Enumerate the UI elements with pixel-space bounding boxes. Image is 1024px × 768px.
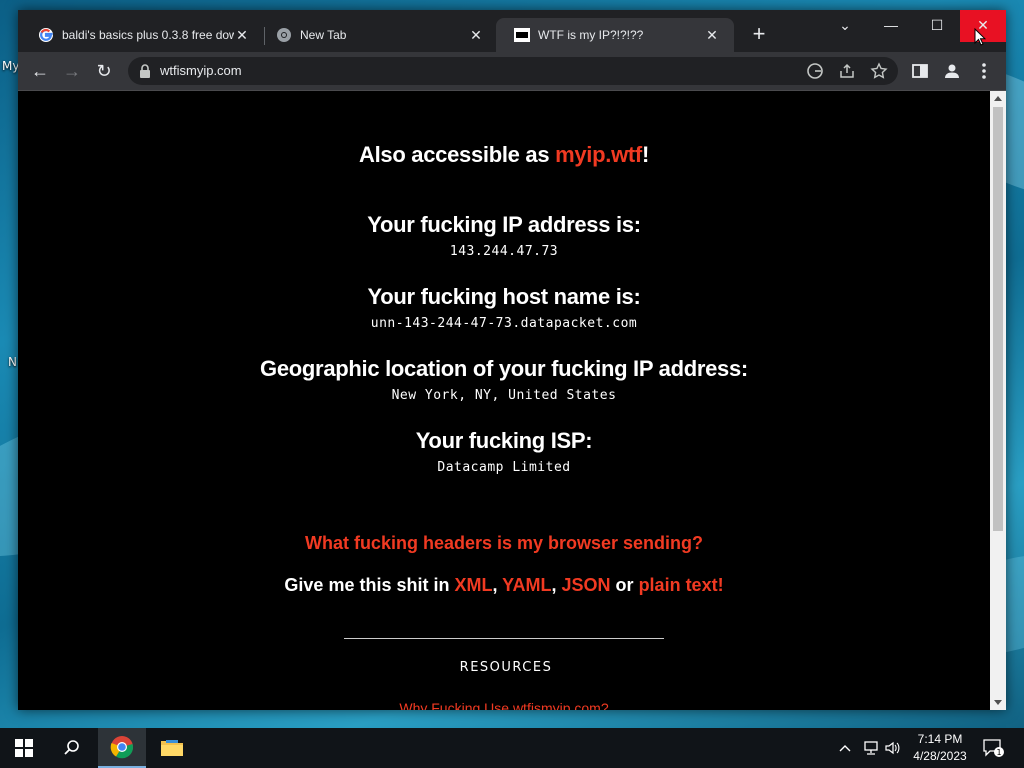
mouse-cursor-icon [974, 28, 986, 46]
system-clock[interactable]: 7:14 PM 4/28/2023 [906, 731, 974, 765]
host-value: unn-143-244-47-73.datapacket.com [370, 316, 638, 331]
new-tab-button[interactable]: + [748, 23, 770, 46]
tab-new-tab[interactable]: New Tab ✕ [258, 18, 498, 52]
tab-strip: baldi's basics plus 0.3.8 free dow ✕ New… [18, 10, 1006, 52]
address-bar[interactable]: wtfismyip.com [128, 57, 898, 85]
menu-kebab-icon[interactable] [974, 61, 994, 81]
windows-logo-icon [15, 739, 33, 757]
xml-link[interactable]: XML [454, 575, 492, 595]
accessible-as-heading: Also accessible as myip.wtf! [18, 142, 990, 168]
format-or: or [610, 575, 639, 595]
chrome-icon [277, 28, 291, 42]
reload-button[interactable]: ↻ [94, 61, 114, 81]
google-lens-icon[interactable] [806, 62, 824, 80]
minimize-button[interactable]: — [868, 10, 914, 42]
google-icon [39, 28, 53, 42]
url-text[interactable]: wtfismyip.com [160, 63, 242, 78]
scroll-down-arrow-icon[interactable] [994, 700, 1002, 705]
taskbar: 7:14 PM 4/28/2023 1 [0, 728, 1024, 768]
desktop-icon-label[interactable]: N [8, 355, 17, 369]
plain-text-link[interactable]: plain text! [639, 575, 724, 595]
chrome-window: baldi's basics plus 0.3.8 free dow ✕ New… [18, 10, 1006, 710]
isp-heading: Your fucking ISP: [415, 428, 593, 453]
tab-close-button[interactable]: ✕ [234, 27, 250, 43]
page-scrollbar[interactable] [990, 91, 1006, 710]
notification-icon: 1 [983, 739, 1004, 757]
maximize-button[interactable]: ☐ [914, 10, 960, 42]
geo-heading: Geographic location of your fucking IP a… [260, 356, 748, 381]
geo-value: New York, NY, United States [391, 388, 617, 403]
start-button[interactable] [0, 728, 48, 768]
folder-icon [161, 740, 183, 756]
tab-title: WTF is my IP?!?!?? [538, 28, 644, 42]
horizontal-rule [344, 638, 664, 639]
json-link[interactable]: JSON [562, 575, 611, 595]
search-icon [64, 740, 79, 755]
accessible-suffix: ! [641, 142, 649, 167]
scrollbar-thumb[interactable] [993, 107, 1003, 531]
tab-title: baldi's basics plus 0.3.8 free dow [62, 28, 234, 42]
search-button[interactable] [48, 728, 96, 768]
scroll-up-arrow-icon[interactable] [994, 96, 1002, 101]
resources-heading: RESOURCES [459, 660, 553, 675]
ip-heading: Your fucking IP address is: [367, 212, 641, 237]
taskbar-file-explorer[interactable] [148, 728, 196, 768]
isp-value: Datacamp Limited [437, 460, 571, 475]
tab-close-button[interactable]: ✕ [704, 27, 720, 43]
format-separator: , [492, 575, 503, 595]
tab-search-button[interactable]: ⌄ [822, 10, 868, 42]
page-content: Also accessible as myip.wtf! Your fuckin… [18, 91, 990, 710]
why-use-link[interactable]: Why Fucking Use wtfismyip.com? [18, 700, 990, 710]
desktop-icon-label[interactable]: My [2, 59, 19, 73]
chrome-icon [110, 736, 134, 759]
bookmark-star-icon[interactable] [870, 62, 888, 80]
tab-close-button[interactable]: ✕ [468, 27, 484, 43]
format-line: Give me this shit in XML, YAML, JSON or … [18, 575, 990, 596]
lock-icon[interactable] [139, 64, 151, 78]
tab-baldi[interactable]: baldi's basics plus 0.3.8 free dow ✕ [20, 18, 264, 52]
notification-center[interactable]: 1 [982, 728, 1004, 768]
format-prefix: Give me this shit in [284, 575, 455, 595]
tray-chevron-icon[interactable] [838, 728, 852, 768]
headers-link[interactable]: What fucking headers is my browser sendi… [18, 533, 990, 554]
network-icon[interactable] [862, 728, 880, 768]
profile-icon[interactable] [942, 61, 962, 81]
tab-title: New Tab [300, 28, 347, 42]
taskbar-chrome[interactable] [98, 728, 146, 768]
clock-date: 4/28/2023 [913, 749, 967, 763]
side-panel-icon[interactable] [910, 61, 930, 81]
clock-time: 7:14 PM [917, 732, 963, 746]
format-separator: , [551, 575, 562, 595]
ip-value: 143.244.47.73 [449, 244, 559, 259]
yaml-link[interactable]: YAML [502, 575, 551, 595]
browser-toolbar: ← → ↻ wtfismyip.com [18, 52, 1006, 90]
myip-wtf-link[interactable]: myip.wtf [555, 142, 642, 167]
back-button[interactable]: ← [30, 61, 50, 81]
share-icon[interactable] [838, 62, 856, 80]
notification-count: 1 [996, 748, 1001, 757]
tab-wtfismyip[interactable]: WTF is my IP?!?!?? ✕ [496, 18, 734, 52]
volume-icon[interactable] [884, 728, 902, 768]
wtf-favicon-icon [514, 28, 530, 42]
host-heading: Your fucking host name is: [367, 284, 641, 309]
accessible-prefix: Also accessible as [359, 142, 556, 167]
forward-button[interactable]: → [62, 61, 82, 81]
